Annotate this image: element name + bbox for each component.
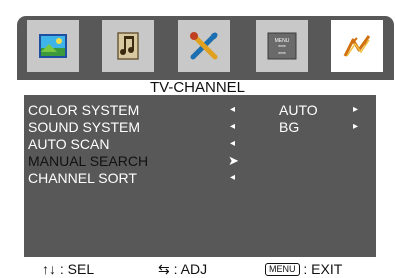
right-arrow-icon[interactable]: ▸ xyxy=(353,119,358,135)
help-exit-label: : EXIT xyxy=(303,261,343,277)
menu-title: TV-CHANNEL xyxy=(149,79,246,96)
menu-item-auto-scan[interactable]: AUTO SCAN ◂ xyxy=(28,136,378,152)
up-down-arrow-icon: ↑↓ xyxy=(42,261,56,277)
menu-item-label: SOUND SYSTEM xyxy=(28,119,141,135)
osd-menu: MENU **** **** TV-CHANNEL COLOR SYSTEM ◂… xyxy=(0,0,395,278)
right-arrow-icon[interactable]: ▸ xyxy=(353,102,358,118)
left-arrow-icon[interactable]: ◂ xyxy=(230,136,235,152)
menu-item-sound-system[interactable]: SOUND SYSTEM ◂ BG ▸ xyxy=(28,119,378,135)
picture-icon xyxy=(39,34,67,58)
menu-item-manual-search[interactable]: MANUAL SEARCH ➤ xyxy=(28,153,378,169)
menu-item-label: MANUAL SEARCH xyxy=(28,153,149,169)
help-exit: MENU : EXIT xyxy=(265,260,342,278)
help-select-label: : SEL xyxy=(59,261,95,277)
menu-item-label: COLOR SYSTEM xyxy=(28,102,140,118)
tab-picture[interactable] xyxy=(27,20,79,72)
sound-icon xyxy=(117,32,139,60)
svg-text:****: **** xyxy=(278,45,286,51)
menu-key-icon: MENU xyxy=(265,263,300,276)
menu-item-channel-sort[interactable]: CHANNEL SORT ◂ xyxy=(28,170,378,186)
menu-icon: MENU **** **** xyxy=(267,32,297,60)
menu-item-label: AUTO SCAN xyxy=(28,136,110,152)
antenna-channel-icon xyxy=(343,35,371,57)
tab-menu[interactable]: MENU **** **** xyxy=(256,20,308,72)
help-select: ↑↓ : SEL xyxy=(42,260,94,278)
left-arrow-icon[interactable]: ◂ xyxy=(230,102,235,118)
tab-tools[interactable] xyxy=(178,20,230,72)
left-arrow-icon[interactable]: ◂ xyxy=(230,119,235,135)
menu-item-label: CHANNEL SORT xyxy=(28,170,137,186)
menu-item-color-system[interactable]: COLOR SYSTEM ◂ AUTO ▸ xyxy=(28,102,378,118)
left-right-arrow-icon: ⇆ xyxy=(158,261,170,277)
enter-arrow-icon[interactable]: ➤ xyxy=(228,153,239,169)
tools-icon xyxy=(190,32,218,60)
menu-item-value: BG xyxy=(279,119,300,135)
help-adjust-label: : ADJ xyxy=(173,261,208,277)
menu-item-value: AUTO xyxy=(279,102,318,118)
tab-channel[interactable] xyxy=(331,20,383,72)
left-arrow-icon[interactable]: ◂ xyxy=(230,170,235,186)
svg-text:****: **** xyxy=(278,52,286,58)
svg-text:MENU: MENU xyxy=(275,38,290,44)
tab-sound[interactable] xyxy=(102,20,154,72)
help-adjust: ⇆ : ADJ xyxy=(158,260,207,278)
